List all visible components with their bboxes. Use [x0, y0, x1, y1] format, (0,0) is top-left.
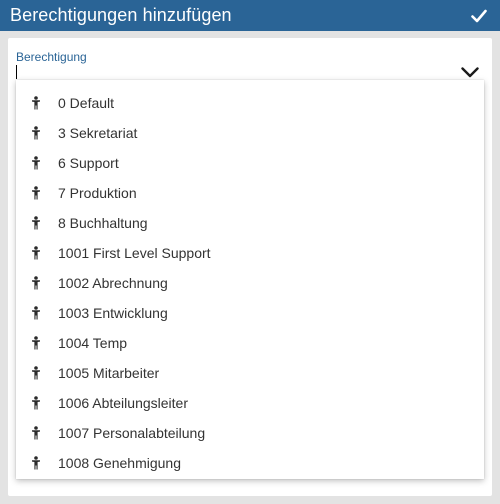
- dropdown-option[interactable]: 1005 Mitarbeiter: [16, 358, 484, 388]
- option-label: 8 Buchhaltung: [58, 215, 148, 231]
- chevron-down-icon: [461, 66, 479, 77]
- option-label: 1004 Temp: [58, 335, 128, 351]
- person-icon: [30, 245, 42, 261]
- text-cursor: [16, 65, 17, 79]
- person-icon: [30, 155, 42, 171]
- option-list: 0 Default 3 Sekretariat 6 Support 7 Prod…: [16, 80, 484, 478]
- option-label: 1001 First Level Support: [58, 245, 211, 261]
- dialog-titlebar: Berechtigungen hinzufügen: [0, 0, 500, 31]
- dropdown-option[interactable]: 1003 Entwicklung: [16, 298, 484, 328]
- dropdown-option[interactable]: 0 Default: [16, 88, 484, 118]
- person-icon: [30, 125, 42, 141]
- option-label: 1007 Personalabteilung: [58, 425, 206, 441]
- dropdown-option[interactable]: 8 Buchhaltung: [16, 208, 484, 238]
- option-label: 3 Sekretariat: [58, 125, 138, 141]
- dropdown-option[interactable]: 1004 Temp: [16, 328, 484, 358]
- person-icon: [30, 395, 42, 411]
- person-icon: [30, 455, 42, 471]
- dropdown-option[interactable]: 7 Produktion: [16, 178, 484, 208]
- dropdown-option[interactable]: 6 Support: [16, 148, 484, 178]
- dropdown-option[interactable]: 1001 First Level Support: [16, 238, 484, 268]
- permission-dropdown-list: 0 Default 3 Sekretariat 6 Support 7 Prod…: [16, 80, 484, 479]
- option-label: 1008 Genehmigung: [58, 455, 181, 471]
- dialog-title: Berechtigungen hinzufügen: [10, 5, 232, 25]
- dropdown-option[interactable]: 3 Sekretariat: [16, 118, 484, 148]
- option-label: 1002 Abrechnung: [58, 275, 168, 291]
- dialog-body: Berechtigung 0 Default 3 Sekretariat 6 S…: [8, 38, 492, 496]
- check-icon: [471, 9, 487, 22]
- option-label: 1006 Abteilungsleiter: [58, 395, 188, 411]
- person-icon: [30, 365, 42, 381]
- person-icon: [30, 335, 42, 351]
- option-label: 7 Produktion: [58, 185, 137, 201]
- person-icon: [30, 305, 42, 321]
- dropdown-option[interactable]: 1007 Personalabteilung: [16, 418, 484, 448]
- dropdown-option[interactable]: 1008 Genehmigung: [16, 448, 484, 478]
- option-label: 0 Default: [58, 95, 115, 111]
- option-label: 6 Support: [58, 155, 119, 171]
- person-icon: [30, 95, 42, 111]
- person-icon: [30, 425, 42, 441]
- person-icon: [30, 215, 42, 231]
- titlebar-actions: [464, 0, 494, 31]
- dropdown-toggle-button[interactable]: [458, 62, 482, 82]
- permission-field-label: Berechtigung: [16, 50, 87, 64]
- person-icon: [30, 275, 42, 291]
- option-label: 1005 Mitarbeiter: [58, 365, 160, 381]
- confirm-button[interactable]: [464, 0, 494, 31]
- option-label: 1003 Entwicklung: [58, 305, 168, 321]
- dropdown-option[interactable]: 1006 Abteilungsleiter: [16, 388, 484, 418]
- person-icon: [30, 185, 42, 201]
- dropdown-option[interactable]: 1002 Abrechnung: [16, 268, 484, 298]
